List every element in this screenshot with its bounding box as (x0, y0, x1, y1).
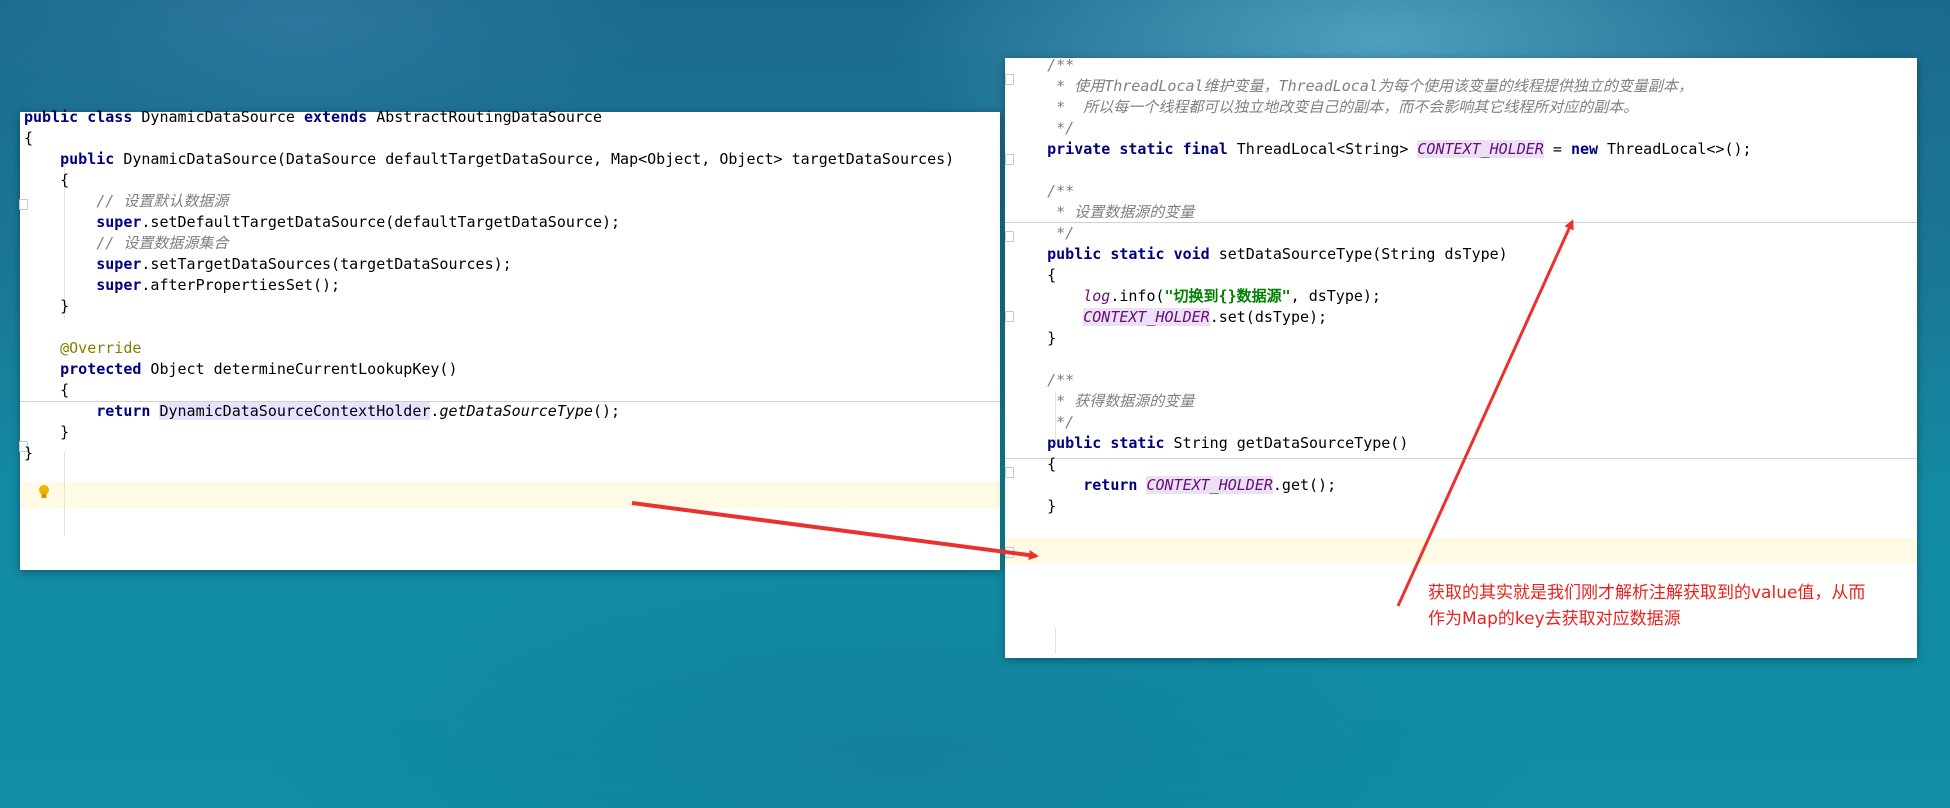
arrow-to-context-holder (1396, 219, 1574, 607)
annotation-note: 获取的其实就是我们刚才解析注解获取到的value值，从而 作为Map的key去获… (1428, 580, 1908, 632)
annotation-line-2: 作为Map的key去获取对应数据源 (1428, 609, 1681, 629)
annotation-arrows (631, 219, 1574, 607)
annotation-line-1: 获取的其实就是我们刚才解析注解获取到的value值，从而 (1428, 583, 1866, 603)
arrow-to-getter (631, 501, 1039, 561)
